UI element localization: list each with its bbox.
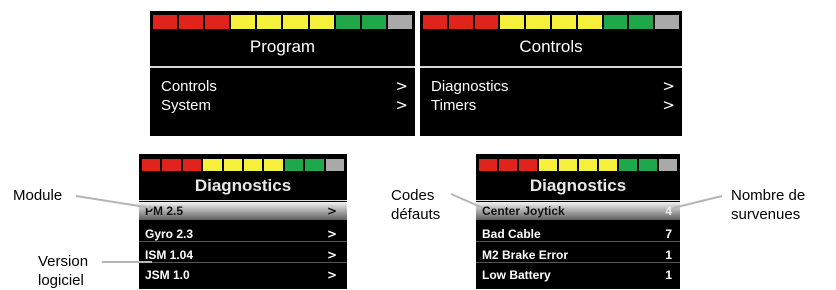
callout-version-line-2: logiciel	[38, 272, 84, 289]
module-leader-line	[75, 195, 153, 209]
callout-codes: Codes défauts	[391, 186, 440, 224]
callout-module: Module	[13, 187, 63, 204]
callout-version: Version logiciel	[38, 252, 88, 290]
callout-count-line-2: survenues	[731, 206, 801, 223]
callout-version-line-1: Version	[38, 253, 89, 270]
count-leader-line	[672, 195, 723, 209]
codes-leader-line	[450, 193, 484, 209]
callout-leader-lines	[75, 193, 723, 263]
callout-count-line-1: Nombre de	[731, 187, 806, 204]
callout-codes-line-1: Codes	[391, 187, 435, 204]
callout-count: Nombre de survenues	[731, 186, 805, 224]
callout-codes-line-2: défauts	[391, 206, 441, 223]
